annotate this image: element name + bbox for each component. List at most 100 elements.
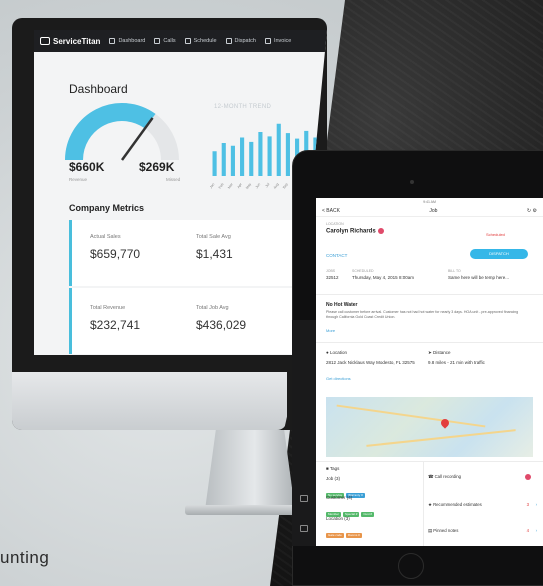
ipad-home-button[interactable] [398,553,424,579]
trend-month-label: Sep [282,182,289,189]
jobs-label: JOBS [326,269,336,273]
dispatch-button[interactable]: DISPATCH [470,249,528,259]
customer-name-text: Carolyn Richards [326,228,376,235]
trend-month-label: Jan [210,182,215,189]
tags-row: Gate code Rooms # [326,523,364,541]
vertical-divider [423,461,424,546]
pinned-notes-row[interactable]: ▤ Pinned notes 4 › [428,528,543,534]
back-button[interactable]: < BACK [322,208,340,214]
edit-icon[interactable] [300,495,308,502]
logo[interactable]: ServiceTitan [40,37,100,46]
job-number: 32512 [326,275,339,280]
trend-title: 12-MONTH TREND [214,104,272,110]
trend-month-label: Jul [265,182,271,188]
contact-link[interactable]: CONTACT [326,253,347,258]
metric-label: Total Revenue [90,305,126,311]
customer-name[interactable]: Carolyn Richards [326,228,384,235]
trend-bar [285,133,290,176]
metric-value: $1,431 [196,247,233,261]
revenue-gauge [65,103,179,161]
map-road [336,404,486,427]
tag[interactable]: Cust # [361,511,375,517]
logo-icon [40,37,50,45]
imac-stand [205,430,295,510]
map-road [366,429,516,447]
nav-label: Invoice [273,38,292,44]
metric-value: $436,029 [196,318,247,332]
tags-section-title: Location (3) [326,516,350,521]
map[interactable] [326,397,533,457]
job-description: Please call customer before arrival. Cus… [326,310,519,319]
trend-month-label: Jun [255,182,262,189]
trend-month-label: Mar [227,182,234,190]
truck-icon [225,38,232,44]
app-nav: ServiceTitan Dashboard Calls Schedule Di… [34,30,327,52]
chevron-right-icon: › [535,502,537,507]
gauge-needle [120,117,154,161]
imac-screen: ServiceTitan Dashboard Calls Schedule Di… [34,30,327,355]
row-label: Recommended estimates [433,502,482,507]
tags-section-title: Customer (4) [326,495,353,500]
nav-label: Schedule [193,38,217,44]
scheduled-label: SCHEDULED [352,269,374,273]
nav-dashboard[interactable]: Dashboard [109,38,145,44]
ipad-screen: 9:41 AM < BACK Job ↻ ⚙ LOCATION Carolyn … [316,198,543,546]
note-icon: ▤ [428,528,433,533]
metric-value: $659,770 [90,247,141,261]
metric-value: $232,741 [90,318,141,332]
divider [316,461,543,462]
star-icon: ★ [428,502,432,507]
missed-value: $269K [139,160,175,174]
ipad-camera [410,180,414,184]
divider [316,342,543,343]
row-label: Pinned notes [433,528,459,533]
tag-icon: ■ [326,466,329,471]
trend-bar [249,141,254,176]
recommended-estimates-row[interactable]: ★ Recommended estimates 3 › [428,502,543,508]
location-title-text: Location [329,350,347,355]
more-link[interactable]: More [326,328,335,333]
distance-title-text: Distance [433,350,451,355]
trend-bar [267,136,272,176]
row-label: Call recording [434,474,462,479]
tags-section-title: Job (3) [326,476,341,481]
navigation-icon: ➤ [428,350,432,355]
alert-badge [377,228,384,234]
nav-invoice[interactable]: Invoice [264,38,292,44]
nav-calls[interactable]: Calls [154,38,176,44]
notes-count: 4 [526,528,529,533]
nav-label: Calls [163,38,176,44]
metric-label: Total Job Avg [196,305,229,311]
tag[interactable]: Rooms # [345,532,362,538]
record-badge [525,474,531,480]
chevron-right-icon: › [535,528,537,533]
phone-icon: ☎ [428,474,434,479]
metric-card: Total Revenue $232,741 Total Job Avg $43… [69,288,324,354]
caption-text: unting [0,548,50,567]
ipad-header: < BACK Job ↻ ⚙ [316,205,543,217]
camera-icon[interactable] [300,525,308,532]
nav-dispatch[interactable]: Dispatch [225,38,256,44]
scheduled-date: Thursday, May 4, 2015 8:00am [352,275,414,280]
revenue-label: Revenue [69,177,88,182]
location-pin-icon: ● [326,350,329,355]
bill-to-label: BILL TO [448,269,461,273]
tag[interactable]: Gate code [326,532,344,538]
nav-label: Dashboard [118,38,146,44]
trend-bar [230,145,235,176]
phone-icon [154,38,161,44]
dashboard-icon [109,38,116,44]
settings-icon[interactable]: ⚙ [533,208,537,214]
refresh-icon[interactable]: ↻ [527,208,531,214]
trend-bar [221,143,226,176]
status-bar: 9:41 AM [316,198,543,205]
trend-bar [212,151,217,176]
logo-text: ServiceTitan [53,36,101,46]
trend-bar [240,137,245,176]
invoice-icon [264,38,271,44]
nav-schedule[interactable]: Schedule [184,38,217,44]
get-directions-link[interactable]: Get directions [326,376,351,381]
distance-value: 9.8 miles - 21 min with traffic [428,360,485,365]
call-recording-row[interactable]: ☎ Call recording [428,474,543,480]
bill-to-value: Same here will be temp here... [448,275,510,280]
